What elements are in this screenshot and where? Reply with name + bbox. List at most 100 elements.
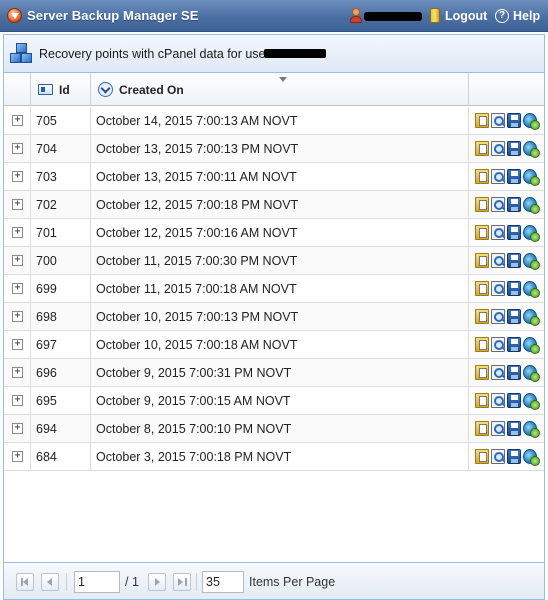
save-icon[interactable]: [507, 337, 521, 352]
search-icon[interactable]: [491, 393, 505, 408]
search-icon[interactable]: [491, 197, 505, 212]
restore-icon[interactable]: [523, 421, 540, 438]
save-icon[interactable]: [507, 225, 521, 240]
table-row[interactable]: +697 October 10, 2015 7:00:18 AM NOVT: [4, 331, 544, 359]
restore-icon[interactable]: [523, 393, 540, 410]
search-icon[interactable]: [491, 337, 505, 352]
save-icon[interactable]: [507, 281, 521, 296]
save-icon[interactable]: [507, 365, 521, 380]
divider: [196, 573, 197, 591]
table-row[interactable]: +695 October 9, 2015 7:00:15 AM NOVT: [4, 387, 544, 415]
search-icon[interactable]: [491, 365, 505, 380]
restore-icon[interactable]: [523, 309, 540, 326]
row-expander-button[interactable]: +: [12, 283, 23, 294]
browse-icon[interactable]: [475, 337, 489, 352]
first-page-button[interactable]: [16, 573, 34, 591]
save-icon[interactable]: [507, 253, 521, 268]
column-header-created-on[interactable]: Created On: [91, 73, 469, 106]
restore-icon[interactable]: [523, 365, 540, 382]
table-row[interactable]: +696 October 9, 2015 7:00:31 PM NOVT: [4, 359, 544, 387]
save-icon[interactable]: [507, 393, 521, 408]
row-expander-button[interactable]: +: [12, 339, 23, 350]
save-icon[interactable]: [507, 141, 521, 156]
row-expander-button[interactable]: +: [12, 451, 23, 462]
table-row[interactable]: +698 October 10, 2015 7:00:13 PM NOVT: [4, 303, 544, 331]
restore-icon[interactable]: [523, 253, 540, 270]
last-page-button[interactable]: [173, 573, 191, 591]
table-row[interactable]: +684 October 3, 2015 7:00:18 PM NOVT: [4, 443, 544, 471]
table-row[interactable]: +702 October 12, 2015 7:00:18 PM NOVT: [4, 191, 544, 219]
restore-icon[interactable]: [523, 197, 540, 214]
table-row[interactable]: +703 October 13, 2015 7:00:11 AM NOVT: [4, 163, 544, 191]
actions-cell: [469, 219, 544, 246]
save-icon[interactable]: [507, 113, 521, 128]
row-expander-button[interactable]: +: [12, 115, 23, 126]
browse-icon[interactable]: [475, 421, 489, 436]
logout-icon[interactable]: [430, 8, 440, 23]
table-row[interactable]: +699 October 11, 2015 7:00:18 AM NOVT: [4, 275, 544, 303]
table-row[interactable]: +694 October 8, 2015 7:00:10 PM NOVT: [4, 415, 544, 443]
save-icon[interactable]: [507, 421, 521, 436]
restore-icon[interactable]: [523, 141, 540, 158]
search-icon[interactable]: [491, 449, 505, 464]
search-icon[interactable]: [491, 141, 505, 156]
row-id: 705: [36, 114, 57, 128]
restore-icon[interactable]: [523, 449, 540, 466]
row-expander-button[interactable]: +: [12, 255, 23, 266]
browse-icon[interactable]: [475, 169, 489, 184]
next-page-button[interactable]: [148, 573, 166, 591]
panel-title: Recovery points with cPanel data for use…: [39, 47, 270, 61]
expander-cell: +: [4, 387, 31, 414]
row-id: 704: [36, 142, 57, 156]
column-header-id[interactable]: Id: [31, 73, 91, 106]
browse-icon[interactable]: [475, 113, 489, 128]
restore-icon[interactable]: [523, 281, 540, 298]
search-icon[interactable]: [491, 253, 505, 268]
created-on-cell: October 12, 2015 7:00:18 PM NOVT: [91, 191, 469, 218]
table-row[interactable]: +705 October 14, 2015 7:00:13 AM NOVT: [4, 107, 544, 135]
search-icon[interactable]: [491, 169, 505, 184]
search-icon[interactable]: [491, 225, 505, 240]
browse-icon[interactable]: [475, 309, 489, 324]
page-number-input[interactable]: [74, 571, 120, 593]
table-row[interactable]: +700 October 11, 2015 7:00:30 PM NOVT: [4, 247, 544, 275]
search-icon[interactable]: [491, 281, 505, 296]
row-expander-button[interactable]: +: [12, 395, 23, 406]
browse-icon[interactable]: [475, 281, 489, 296]
row-expander-button[interactable]: +: [12, 227, 23, 238]
search-icon[interactable]: [491, 421, 505, 436]
row-created-on: October 9, 2015 7:00:15 AM NOVT: [96, 394, 291, 408]
restore-icon[interactable]: [523, 169, 540, 186]
previous-page-button[interactable]: [41, 573, 59, 591]
browse-icon[interactable]: [475, 365, 489, 380]
table-row[interactable]: +704 October 13, 2015 7:00:13 PM NOVT: [4, 135, 544, 163]
browse-icon[interactable]: [475, 197, 489, 212]
save-icon[interactable]: [507, 197, 521, 212]
logout-link[interactable]: Logout: [445, 9, 487, 23]
row-expander-button[interactable]: +: [12, 311, 23, 322]
help-icon[interactable]: ?: [495, 9, 509, 23]
search-icon[interactable]: [491, 309, 505, 324]
save-icon[interactable]: [507, 169, 521, 184]
save-icon[interactable]: [507, 309, 521, 324]
expander-cell: +: [4, 247, 31, 274]
browse-icon[interactable]: [475, 449, 489, 464]
row-expander-button[interactable]: +: [12, 367, 23, 378]
row-expander-button[interactable]: +: [12, 143, 23, 154]
row-expander-button[interactable]: +: [12, 171, 23, 182]
browse-icon[interactable]: [475, 253, 489, 268]
divider: [66, 573, 67, 591]
browse-icon[interactable]: [475, 141, 489, 156]
restore-icon[interactable]: [523, 337, 540, 354]
items-per-page-input[interactable]: [202, 571, 244, 593]
browse-icon[interactable]: [475, 225, 489, 240]
save-icon[interactable]: [507, 449, 521, 464]
restore-icon[interactable]: [523, 225, 540, 242]
table-row[interactable]: +701 October 12, 2015 7:00:16 AM NOVT: [4, 219, 544, 247]
row-expander-button[interactable]: +: [12, 423, 23, 434]
row-expander-button[interactable]: +: [12, 199, 23, 210]
restore-icon[interactable]: [523, 113, 540, 130]
search-icon[interactable]: [491, 113, 505, 128]
help-link[interactable]: Help: [513, 9, 540, 23]
browse-icon[interactable]: [475, 393, 489, 408]
